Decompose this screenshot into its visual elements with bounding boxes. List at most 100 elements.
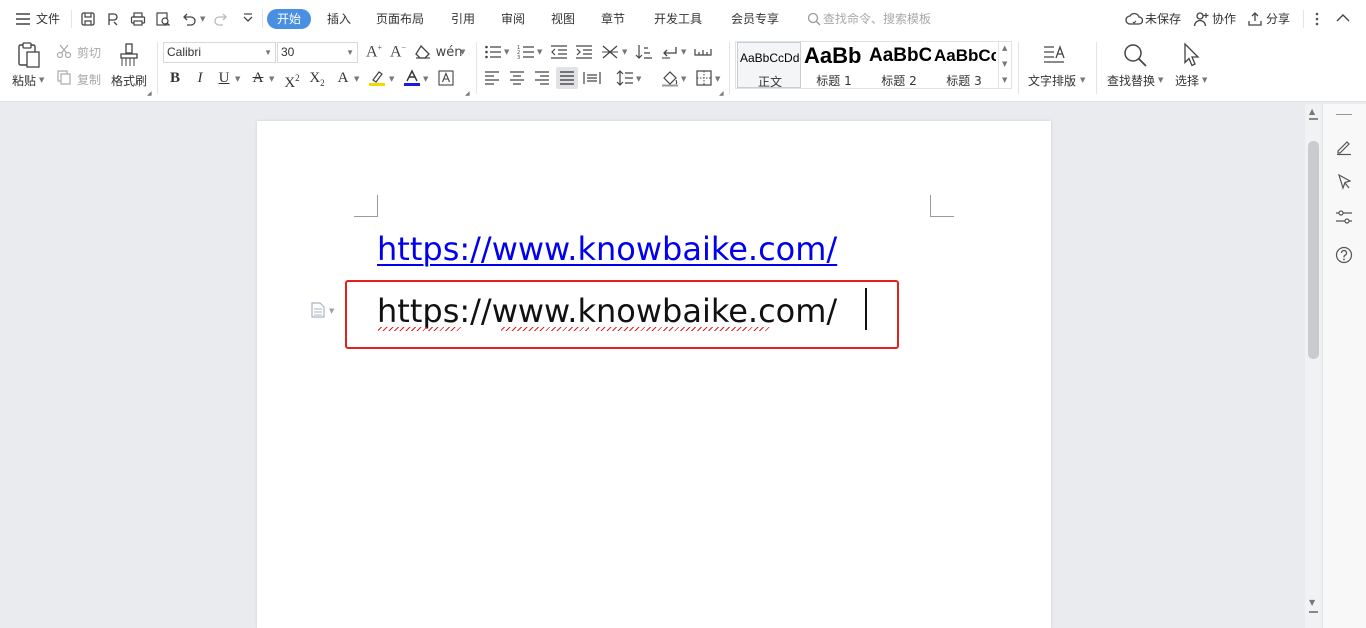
- underline-icon[interactable]: U: [214, 68, 234, 88]
- select-dropdown-icon[interactable]: ▼: [1202, 76, 1207, 84]
- select-button[interactable]: 选择: [1175, 72, 1199, 89]
- unsaved-status[interactable]: 未保存: [1145, 11, 1181, 27]
- align-left-icon[interactable]: [482, 68, 502, 88]
- increase-indent-icon[interactable]: [574, 42, 594, 62]
- copy-button[interactable]: 复制: [77, 71, 101, 88]
- justify-icon[interactable]: [556, 67, 578, 89]
- tab-page-layout[interactable]: 页面布局: [376, 11, 424, 27]
- print-preview-icon[interactable]: [154, 10, 172, 28]
- collaborate-button[interactable]: 协作: [1212, 11, 1236, 27]
- font-color-icon[interactable]: [402, 68, 422, 88]
- undo-icon[interactable]: [180, 10, 198, 28]
- tab-section[interactable]: 章节: [601, 11, 625, 27]
- hyperlink-text[interactable]: https://www.knowbaike.com/: [377, 229, 837, 269]
- help-icon[interactable]: [1334, 245, 1354, 265]
- share-button[interactable]: 分享: [1266, 11, 1290, 27]
- bullet-list-icon[interactable]: [483, 42, 503, 62]
- export-pdf-icon[interactable]: [104, 10, 122, 28]
- font-name-select[interactable]: Calibri ▼: [163, 42, 276, 63]
- cut-icon[interactable]: [56, 43, 72, 59]
- numbered-list-icon[interactable]: 123: [516, 42, 536, 62]
- chinese-layout-dropdown-icon[interactable]: ▼: [622, 48, 627, 56]
- paragraph-dialog-launcher[interactable]: ◢: [719, 90, 724, 97]
- scroll-down-icon[interactable]: ▼: [1309, 598, 1315, 607]
- text-layout-dropdown-icon[interactable]: ▼: [1080, 76, 1085, 84]
- paragraph-layout-icon[interactable]: [309, 301, 327, 319]
- numbered-list-dropdown-icon[interactable]: ▼: [537, 48, 542, 56]
- align-right-icon[interactable]: [532, 68, 552, 88]
- pen-edit-icon[interactable]: [1334, 137, 1354, 157]
- paragraph-marks-dropdown-icon[interactable]: ▼: [681, 48, 686, 56]
- file-menu[interactable]: 文件: [36, 11, 60, 27]
- style-heading-1[interactable]: AaBb 标题 1: [802, 42, 866, 88]
- scroll-up-icon[interactable]: ▲: [1309, 107, 1315, 116]
- find-replace-button[interactable]: 查找替换: [1107, 72, 1155, 89]
- underline-dropdown-icon[interactable]: ▼: [235, 75, 240, 83]
- distributed-align-icon[interactable]: [582, 68, 602, 88]
- highlight-dropdown-icon[interactable]: ▼: [389, 75, 394, 83]
- format-painter-icon[interactable]: [117, 41, 141, 69]
- character-border-icon[interactable]: [436, 68, 456, 88]
- selection-pane-icon[interactable]: [1334, 172, 1354, 192]
- show-paragraph-marks-icon[interactable]: [659, 42, 679, 62]
- paragraph-layout-dropdown-icon[interactable]: ▼: [329, 307, 334, 315]
- tab-insert[interactable]: 插入: [327, 11, 351, 27]
- text-layout-button[interactable]: 文字排版: [1028, 72, 1076, 89]
- command-search-input[interactable]: 查找命令、搜索模板: [823, 11, 931, 27]
- hamburger-menu-icon[interactable]: [14, 10, 32, 28]
- text-effect-icon[interactable]: A: [333, 68, 353, 88]
- paste-dropdown-icon[interactable]: ▼: [39, 76, 44, 84]
- italic-icon[interactable]: I: [190, 68, 210, 88]
- copy-icon[interactable]: [56, 69, 72, 85]
- redo-icon[interactable]: [212, 10, 230, 28]
- settings-sliders-icon[interactable]: [1334, 207, 1354, 227]
- tab-ruler-icon[interactable]: [693, 42, 713, 62]
- strikethrough-dropdown-icon[interactable]: ▼: [269, 75, 274, 83]
- undo-dropdown-icon[interactable]: ▼: [200, 15, 205, 23]
- highlight-color-icon[interactable]: [367, 68, 387, 88]
- line-spacing-dropdown-icon[interactable]: ▼: [636, 75, 641, 83]
- sort-icon[interactable]: [634, 42, 654, 62]
- scrollbar-thumb[interactable]: [1308, 141, 1319, 359]
- find-replace-icon[interactable]: [1121, 41, 1149, 69]
- select-cursor-icon[interactable]: [1178, 41, 1204, 69]
- side-panel-collapse-handle[interactable]: [1336, 114, 1352, 115]
- styles-scroll-up-icon[interactable]: ▲: [1002, 44, 1007, 52]
- tab-references[interactable]: 引用: [451, 11, 475, 27]
- more-options-icon[interactable]: [1310, 10, 1324, 28]
- paste-button[interactable]: 粘贴: [12, 72, 36, 89]
- borders-dropdown-icon[interactable]: ▼: [715, 75, 720, 83]
- decrease-indent-icon[interactable]: [549, 42, 569, 62]
- shading-icon[interactable]: [660, 68, 680, 88]
- tab-developer[interactable]: 开发工具: [654, 11, 702, 27]
- cut-button[interactable]: 剪切: [77, 44, 101, 61]
- borders-icon[interactable]: [694, 68, 714, 88]
- style-normal[interactable]: AaBbCcDd 正文: [737, 42, 801, 88]
- style-heading-2[interactable]: AaBbC 标题 2: [867, 42, 931, 88]
- increase-font-size-icon[interactable]: A+: [364, 42, 384, 62]
- styles-scroll[interactable]: ▲ ▼ ▼: [998, 42, 1011, 88]
- tab-home[interactable]: 开始: [267, 9, 312, 29]
- shading-dropdown-icon[interactable]: ▼: [681, 75, 686, 83]
- tab-view[interactable]: 视图: [551, 11, 575, 27]
- decrease-font-size-icon[interactable]: A−: [388, 42, 408, 62]
- font-dialog-launcher[interactable]: ◢: [465, 90, 470, 97]
- collapse-ribbon-icon[interactable]: [1335, 10, 1351, 26]
- print-icon[interactable]: [129, 10, 147, 28]
- clipboard-dialog-launcher[interactable]: ◢: [147, 90, 152, 97]
- bold-icon[interactable]: B: [165, 68, 185, 88]
- strikethrough-icon[interactable]: A: [248, 68, 268, 88]
- phonetic-dropdown-icon[interactable]: ▼: [460, 48, 465, 56]
- format-painter-button[interactable]: 格式刷: [111, 72, 147, 89]
- tab-member[interactable]: 会员专享: [731, 11, 779, 27]
- superscript-icon[interactable]: X2: [282, 68, 302, 91]
- bullet-list-dropdown-icon[interactable]: ▼: [504, 48, 509, 56]
- save-icon[interactable]: [79, 10, 97, 28]
- clear-format-icon[interactable]: [413, 42, 433, 62]
- style-heading-3[interactable]: AaBbCc 标题 3: [932, 42, 996, 88]
- align-center-icon[interactable]: [507, 68, 527, 88]
- tab-review[interactable]: 审阅: [501, 11, 525, 27]
- paste-icon[interactable]: [15, 41, 43, 69]
- subscript-icon[interactable]: X2: [307, 68, 327, 88]
- chinese-layout-icon[interactable]: [599, 42, 621, 62]
